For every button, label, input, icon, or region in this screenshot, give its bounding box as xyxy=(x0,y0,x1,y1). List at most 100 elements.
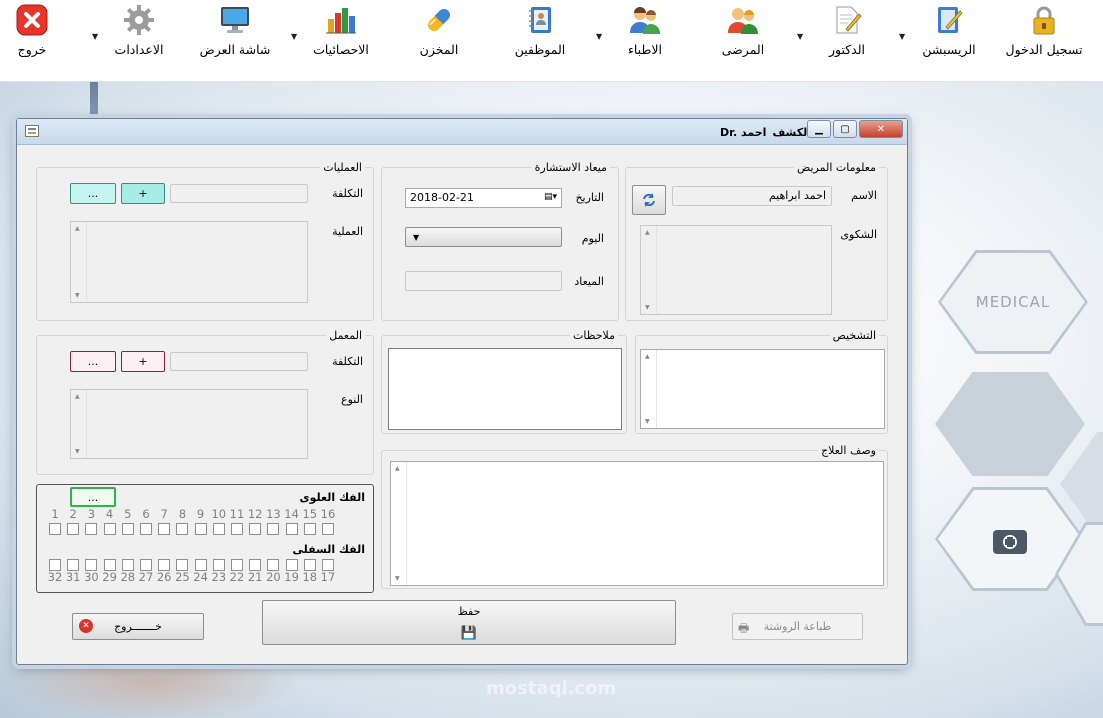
lower-tooth-checkbox[interactable] xyxy=(212,559,225,571)
reception-dropdown-arrow[interactable]: ▼ xyxy=(899,32,905,41)
exit-button[interactable]: ✕ خـــــــروج xyxy=(72,613,204,640)
upper-tooth-checkbox[interactable] xyxy=(49,523,61,535)
toolbar-display-screen-button[interactable]: شاشة العرض xyxy=(196,4,274,64)
operation-cost-field[interactable] xyxy=(170,184,308,203)
toolbar-reception-button[interactable]: الريسبشن xyxy=(918,4,980,64)
pill-icon xyxy=(423,4,455,36)
add-lab-button[interactable]: + xyxy=(121,351,165,372)
medical-hex: MEDICAL xyxy=(938,250,1088,354)
date-value: 2018-02-21 xyxy=(410,191,474,204)
diagnosis-textarea[interactable]: ▲ ▼ xyxy=(640,349,885,429)
upper-tooth-checkbox[interactable] xyxy=(194,523,207,535)
upper-tooth-checkbox[interactable] xyxy=(121,523,134,535)
lab-cost-field[interactable] xyxy=(170,352,308,371)
toolbar-store-button[interactable]: المخزن xyxy=(414,4,464,64)
toolbar-doctors-button[interactable]: الاطباء xyxy=(620,4,670,64)
appointment-group: ميعاد الاستشارة التاريخ 2018-02-21 ▤▾ ال… xyxy=(381,161,619,321)
tooth-number: 27 xyxy=(138,570,154,584)
calendar-dropdown-icon[interactable]: ▤▾ xyxy=(544,192,557,202)
lower-tooth-checkbox[interactable] xyxy=(231,559,243,571)
diagnosis-scrollbar[interactable]: ▲ ▼ xyxy=(641,350,657,428)
lab-type-list[interactable]: ▲ ▼ xyxy=(70,389,308,459)
tooth-number: 31 xyxy=(65,570,81,584)
upper-tooth-checkbox[interactable] xyxy=(103,523,116,535)
refresh-patient-button[interactable] xyxy=(632,185,666,215)
toolbar-login-button[interactable]: تسجيل الدخول xyxy=(1003,4,1085,64)
upper-tooth-checkbox[interactable] xyxy=(67,523,80,535)
browse-operations-button[interactable]: ... xyxy=(70,183,116,204)
toolbar-settings-button[interactable]: الاعدادات xyxy=(112,4,166,64)
notes-title: ملاحظات xyxy=(570,329,618,342)
notes-textarea[interactable] xyxy=(388,348,622,430)
complaint-scrollbar[interactable]: ▲ ▼ xyxy=(641,226,657,314)
lower-tooth-checkbox[interactable] xyxy=(121,559,134,571)
operations-group: العمليات التكلفة + ... العملية ▲ ▼ xyxy=(36,161,374,321)
upper-tooth-checkbox[interactable] xyxy=(322,523,334,535)
upper-tooth-checkbox[interactable] xyxy=(212,523,225,535)
lower-tooth-checkbox[interactable] xyxy=(194,559,207,571)
maximize-button[interactable]: ▢ xyxy=(833,120,857,138)
date-label: التاريخ xyxy=(575,191,604,204)
operation-scrollbar[interactable]: ▲ ▼ xyxy=(71,222,87,302)
tooth-number: 22 xyxy=(229,570,245,584)
lower-tooth-checkbox[interactable] xyxy=(140,559,152,571)
teeth-more-button[interactable]: ... xyxy=(70,487,116,507)
upper-tooth-checkbox[interactable] xyxy=(176,523,189,535)
tooth-number: 20 xyxy=(266,570,281,584)
tooth-number: 10 xyxy=(211,507,227,521)
lower-tooth-checkbox[interactable] xyxy=(249,559,262,571)
complaint-textarea[interactable]: ▲ ▼ xyxy=(640,225,832,315)
tooth-number: 9 xyxy=(196,507,205,521)
day-combobox[interactable]: ▼ xyxy=(405,227,562,247)
upper-tooth-checkbox[interactable] xyxy=(231,523,243,535)
lower-tooth-checkbox[interactable] xyxy=(303,559,316,571)
upper-tooth-checkbox[interactable] xyxy=(267,523,280,535)
lower-tooth-checkbox[interactable] xyxy=(49,559,61,571)
lower-tooth-checkbox[interactable] xyxy=(322,559,334,571)
upper-tooth-checkbox[interactable] xyxy=(140,523,152,535)
tooth-number: 29 xyxy=(102,570,117,584)
save-button[interactable]: حفظ 💾 xyxy=(262,600,676,645)
minimize-button[interactable]: ▁ xyxy=(807,120,831,138)
doctor-dropdown-arrow[interactable]: ▼ xyxy=(797,32,803,41)
toolbar-exit-button[interactable]: خروج xyxy=(10,4,54,64)
toolbar-statistics-button[interactable]: الاحصائيات xyxy=(306,4,376,64)
day-label: اليوم xyxy=(581,232,604,245)
lower-tooth-checkbox[interactable] xyxy=(67,559,80,571)
time-field[interactable] xyxy=(405,271,562,291)
tooth-number: 8 xyxy=(178,507,187,521)
lower-tooth-checkbox[interactable] xyxy=(267,559,280,571)
upper-tooth-checkbox[interactable] xyxy=(85,523,98,535)
upper-tooth-checkbox[interactable] xyxy=(158,523,171,535)
tooth-number: 19 xyxy=(284,570,299,584)
lower-tooth-checkbox[interactable] xyxy=(103,559,116,571)
lower-tooth-checkbox[interactable] xyxy=(85,559,98,571)
operation-list[interactable]: ▲ ▼ xyxy=(70,221,308,303)
upper-tooth-checkbox[interactable] xyxy=(303,523,316,535)
lower-tooth-checkbox[interactable] xyxy=(158,559,171,571)
treatment-scrollbar[interactable]: ▲ ▼ xyxy=(391,462,407,585)
lower-tooth-checkbox[interactable] xyxy=(285,559,298,571)
toolbar-staff-button[interactable]: الموظفين xyxy=(512,4,568,64)
tooth-number: 11 xyxy=(229,507,245,521)
floppy-disk-icon: 💾 xyxy=(460,625,478,641)
statistics-dropdown-arrow[interactable]: ▼ xyxy=(291,32,297,41)
lower-tooth-checkbox[interactable] xyxy=(176,559,189,571)
doctors-dropdown-arrow[interactable]: ▼ xyxy=(596,32,602,41)
browse-lab-button[interactable]: ... xyxy=(70,351,116,372)
toolbar-doctor-button[interactable]: الدكتور xyxy=(822,4,872,64)
lab-scrollbar[interactable]: ▲ ▼ xyxy=(71,390,87,458)
date-picker[interactable]: 2018-02-21 ▤▾ xyxy=(405,188,562,208)
tooth-number: 23 xyxy=(211,570,227,584)
settings-dropdown-arrow[interactable]: ▼ xyxy=(92,32,98,41)
upper-tooth-checkbox[interactable] xyxy=(285,523,298,535)
add-operation-button[interactable]: + xyxy=(121,183,165,204)
treatment-textarea[interactable]: ▲ ▼ xyxy=(390,461,884,586)
toolbar-patients-button[interactable]: المرضى xyxy=(718,4,768,64)
patient-info-title: معلومات المريض xyxy=(794,161,879,174)
upper-tooth-checkbox[interactable] xyxy=(249,523,262,535)
treatment-group: وصف العلاج ▲ ▼ xyxy=(381,444,888,589)
patient-name-field[interactable]: احمد ابراهيم xyxy=(672,186,832,206)
print-prescription-button[interactable]: 🖶 طباعة الروشتة xyxy=(732,613,863,640)
close-window-button[interactable]: ✕ xyxy=(859,120,903,138)
